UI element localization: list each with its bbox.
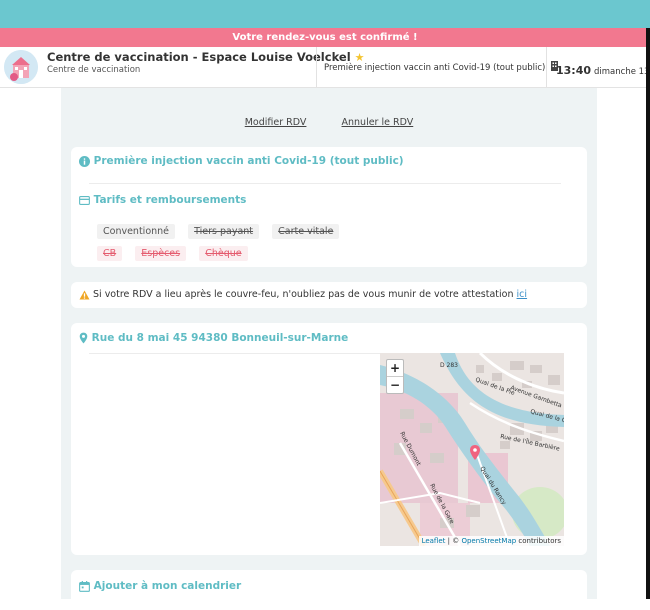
main-content: Modifier RDV Annuler le RDV Première inj…: [61, 88, 597, 610]
openstreetmap-link[interactable]: OpenStreetMap: [461, 537, 516, 545]
leaflet-link[interactable]: Leaflet: [422, 537, 446, 545]
tag-carte-vitale: Carte vitale: [272, 224, 340, 239]
tarifs-title: Tarifs et remboursements: [79, 194, 246, 206]
appointment-actions: Modifier RDV Annuler le RDV: [61, 110, 597, 129]
tag-especes: Espèces: [135, 246, 187, 261]
tag-tiers-payant: Tiers payant: [188, 224, 260, 239]
map-pin-icon: [79, 332, 88, 344]
appointment-date: dimanche 13 ju: [594, 67, 650, 77]
payment-tags-row2: CB Espèces Chèque: [97, 241, 256, 261]
address-card: Rue du 8 mai 45 94380 Bonneuil-sur-Marne: [71, 323, 587, 555]
motive-title: Première injection vaccin anti Covid-19 …: [79, 155, 404, 167]
appointment-info-bar: Centre de vaccination - Espace Louise Vo…: [0, 47, 650, 88]
tag-conventionne: Conventionné: [97, 224, 176, 239]
location-map[interactable]: D 283 Quai de la Pie Rue de l'Île Barbiè…: [380, 353, 564, 546]
map-label-d283: D 283: [440, 362, 458, 369]
address-title: Rue du 8 mai 45 94380 Bonneuil-sur-Marne: [79, 332, 348, 344]
clinic-icon: [4, 50, 38, 84]
confirmation-banner: Votre rendez-vous est confirmé !: [0, 28, 650, 47]
zoom-in-button[interactable]: +: [387, 360, 403, 377]
map-zoom-control: + −: [386, 359, 404, 394]
info-icon: [79, 155, 90, 167]
credit-card-icon: [79, 195, 90, 205]
add-to-calendar-title[interactable]: Ajouter à mon calendrier: [79, 580, 241, 592]
warning-text: Si votre RDV a lieu après le couvre-feu,…: [93, 289, 528, 300]
cancel-appointment-link[interactable]: Annuler le RDV: [342, 117, 414, 128]
curfew-warning-card: Si votre RDV a lieu après le couvre-feu,…: [71, 282, 587, 308]
top-bar: [0, 0, 650, 28]
map-attribution: Leaflet | © OpenStreetMap contributors: [418, 536, 564, 546]
tarifs-tags-row1: Conventionné Tiers payant Carte vitale: [97, 219, 347, 239]
tag-cb: CB: [97, 246, 123, 261]
map-tiles: D 283 Quai de la Pie Rue de l'Île Barbiè…: [380, 353, 564, 546]
modify-appointment-link[interactable]: Modifier RDV: [245, 117, 307, 128]
warning-icon: [79, 290, 90, 300]
tag-cheque: Chèque: [199, 246, 248, 261]
motive-card: Première injection vaccin anti Covid-19 …: [71, 147, 587, 267]
appointment-datetime: 13:40dimanche 13 ju: [556, 59, 650, 78]
appointment-time: 13:40: [556, 64, 592, 77]
attestation-link[interactable]: ici: [517, 289, 528, 300]
motive-summary: Première injection vaccin anti Covid-19 …: [324, 61, 559, 73]
calendar-card: Ajouter à mon calendrier: [71, 570, 587, 610]
center-avatar: [4, 50, 38, 84]
calendar-icon: [79, 580, 90, 592]
center-type: Centre de vaccination: [47, 65, 141, 75]
zoom-out-button[interactable]: −: [387, 377, 403, 393]
